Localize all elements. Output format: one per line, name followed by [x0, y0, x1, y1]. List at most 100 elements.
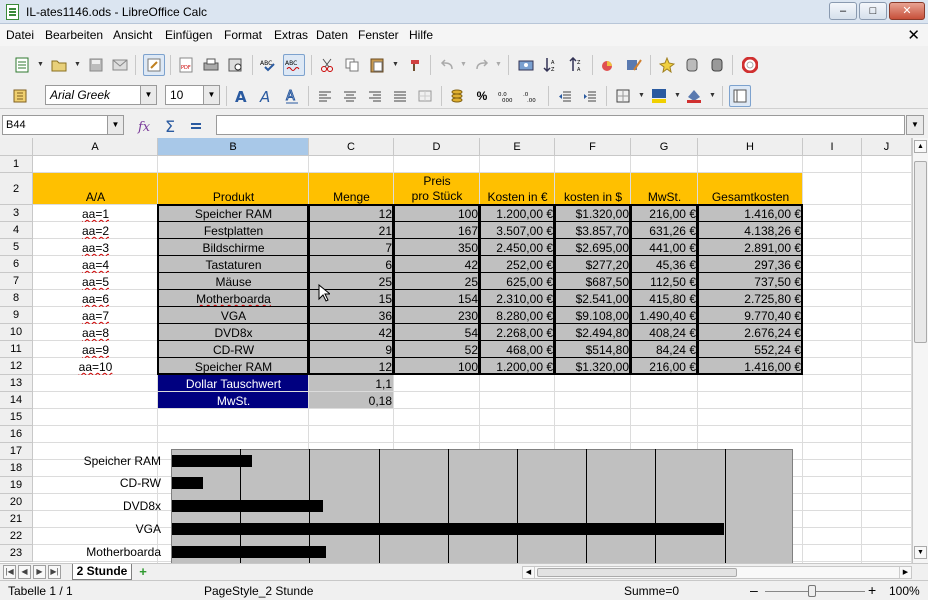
- gallery-icon[interactable]: [657, 55, 677, 75]
- zoom-in-icon[interactable]: +: [868, 582, 876, 598]
- sheet-tab-2-stunde[interactable]: 2 Stunde: [72, 564, 132, 580]
- navigator-icon[interactable]: [516, 55, 536, 75]
- open-folder-icon[interactable]: [49, 55, 69, 75]
- scroll-down-arrow-icon[interactable]: ▼: [914, 546, 927, 559]
- header-kosten-usd[interactable]: kosten in $: [555, 173, 631, 205]
- scroll-left-arrow-icon[interactable]: ◀: [523, 567, 535, 578]
- chevron-down-icon[interactable]: ▼: [140, 86, 156, 104]
- scroll-right-arrow-icon[interactable]: ▶: [899, 567, 911, 578]
- align-center-icon[interactable]: [340, 86, 360, 106]
- italic-icon[interactable]: A: [257, 86, 277, 106]
- row-header-14[interactable]: 14: [0, 392, 33, 409]
- row-header-5[interactable]: 5: [0, 239, 33, 256]
- formula-equals-icon[interactable]: [186, 116, 206, 136]
- maximize-button[interactable]: □: [859, 2, 887, 20]
- redo-icon[interactable]: [472, 55, 492, 75]
- previous-sheet-icon[interactable]: ◀: [18, 565, 31, 579]
- merge-cells-icon[interactable]: [415, 86, 435, 106]
- row-header-20[interactable]: 20: [0, 494, 33, 511]
- header-mwst[interactable]: MwSt.: [631, 173, 698, 205]
- paste-icon[interactable]: [367, 55, 387, 75]
- row-header-13[interactable]: 13: [0, 375, 33, 392]
- menu-datei[interactable]: Datei: [6, 28, 34, 42]
- print-icon[interactable]: [201, 55, 221, 75]
- draw-functions-icon[interactable]: [624, 55, 644, 75]
- close-document-button[interactable]: ✕: [907, 26, 920, 44]
- row-id-cell[interactable]: aa=8: [33, 324, 158, 341]
- font-color-icon[interactable]: [684, 86, 704, 106]
- column-header-e[interactable]: E: [480, 138, 555, 156]
- chevron-down-icon[interactable]: ▼: [495, 61, 502, 68]
- chart-bar[interactable]: [172, 500, 324, 512]
- header-menge[interactable]: Menge: [309, 173, 394, 205]
- row-id-cell[interactable]: aa=9: [33, 341, 158, 358]
- align-right-icon[interactable]: [365, 86, 385, 106]
- next-sheet-icon[interactable]: ▶: [33, 565, 46, 579]
- background-color-icon[interactable]: [649, 86, 669, 106]
- undo-icon[interactable]: [437, 55, 457, 75]
- align-left-icon[interactable]: [315, 86, 335, 106]
- chevron-down-icon[interactable]: ▼: [674, 92, 681, 99]
- row-header-3[interactable]: 3: [0, 205, 33, 222]
- column-header-h[interactable]: H: [698, 138, 803, 156]
- row-id-cell[interactable]: aa=1: [33, 205, 158, 222]
- column-header-j[interactable]: J: [862, 138, 912, 156]
- sort-ascending-icon[interactable]: AZ: [540, 55, 560, 75]
- chart-bar[interactable]: [172, 523, 725, 535]
- save-icon[interactable]: [86, 55, 106, 75]
- row-header-12[interactable]: 12: [0, 358, 33, 375]
- row-header-19[interactable]: 19: [0, 477, 33, 494]
- vertical-scrollbar[interactable]: ▲ ▼: [912, 138, 928, 563]
- scroll-thumb[interactable]: [914, 161, 927, 343]
- select-all-corner[interactable]: [0, 138, 33, 156]
- header-produkt[interactable]: Produkt: [158, 173, 309, 205]
- data-sources-icon[interactable]: [682, 55, 702, 75]
- standard-format-icon[interactable]: 0.0 000: [497, 86, 517, 106]
- param-label[interactable]: Dollar Tauschwert: [158, 375, 309, 392]
- row-header-4[interactable]: 4: [0, 222, 33, 239]
- clone-formatting-icon[interactable]: [405, 55, 425, 75]
- row-header-8[interactable]: 8: [0, 290, 33, 307]
- header-aa[interactable]: A/A: [33, 173, 158, 205]
- column-header-d[interactable]: D: [394, 138, 480, 156]
- toggle-data-icon[interactable]: [707, 55, 727, 75]
- param-value[interactable]: 1,1: [309, 375, 394, 392]
- row-header-1[interactable]: 1: [0, 156, 33, 173]
- autospellcheck-icon[interactable]: ABC: [283, 54, 305, 76]
- chevron-down-icon[interactable]: ▼: [709, 92, 716, 99]
- row-header-23[interactable]: 23: [0, 545, 33, 562]
- formula-input[interactable]: [216, 115, 905, 135]
- chevron-down-icon[interactable]: ▼: [37, 61, 44, 68]
- print-preview-icon[interactable]: [226, 55, 246, 75]
- row-id-cell[interactable]: aa=2: [33, 222, 158, 239]
- header-kosten-eur[interactable]: Kosten in €: [480, 173, 555, 205]
- chevron-down-icon[interactable]: ▼: [460, 61, 467, 68]
- justify-icon[interactable]: [390, 86, 410, 106]
- spreadsheet-grid[interactable]: A B C D E F G H I J 1 2 3 4 5 6 7 8 9 10 11 12 13 14 15 16 17 18 19 2…: [0, 138, 912, 563]
- menu-format[interactable]: Format: [224, 28, 262, 42]
- name-box[interactable]: B44 ▼: [2, 115, 124, 135]
- chart-bar[interactable]: [172, 477, 204, 489]
- add-decimal-icon[interactable]: .0.00: [522, 86, 542, 106]
- chevron-down-icon[interactable]: ▼: [107, 116, 123, 134]
- menu-hilfe[interactable]: Hilfe: [409, 28, 433, 42]
- menu-einfuegen[interactable]: Einfügen: [165, 28, 212, 42]
- column-header-g[interactable]: G: [631, 138, 698, 156]
- copy-icon[interactable]: [342, 55, 362, 75]
- sort-descending-icon[interactable]: ZA: [566, 55, 586, 75]
- menu-bearbeiten[interactable]: Bearbeiten: [45, 28, 103, 42]
- row-header-16[interactable]: 16: [0, 426, 33, 443]
- zoom-level[interactable]: 100%: [889, 584, 920, 598]
- row-header-9[interactable]: 9: [0, 307, 33, 324]
- row-header-7[interactable]: 7: [0, 273, 33, 290]
- row-header-11[interactable]: 11: [0, 341, 33, 358]
- param-value[interactable]: 0,18: [309, 392, 394, 409]
- chart-bar[interactable]: [172, 455, 253, 467]
- export-pdf-icon[interactable]: PDF: [176, 55, 196, 75]
- column-header-a[interactable]: A: [33, 138, 158, 156]
- column-header-c[interactable]: C: [309, 138, 394, 156]
- row-header-21[interactable]: 21: [0, 511, 33, 528]
- row-id-cell[interactable]: aa=4: [33, 256, 158, 273]
- column-header-f[interactable]: F: [555, 138, 631, 156]
- row-id-cell[interactable]: aa=10: [33, 358, 158, 375]
